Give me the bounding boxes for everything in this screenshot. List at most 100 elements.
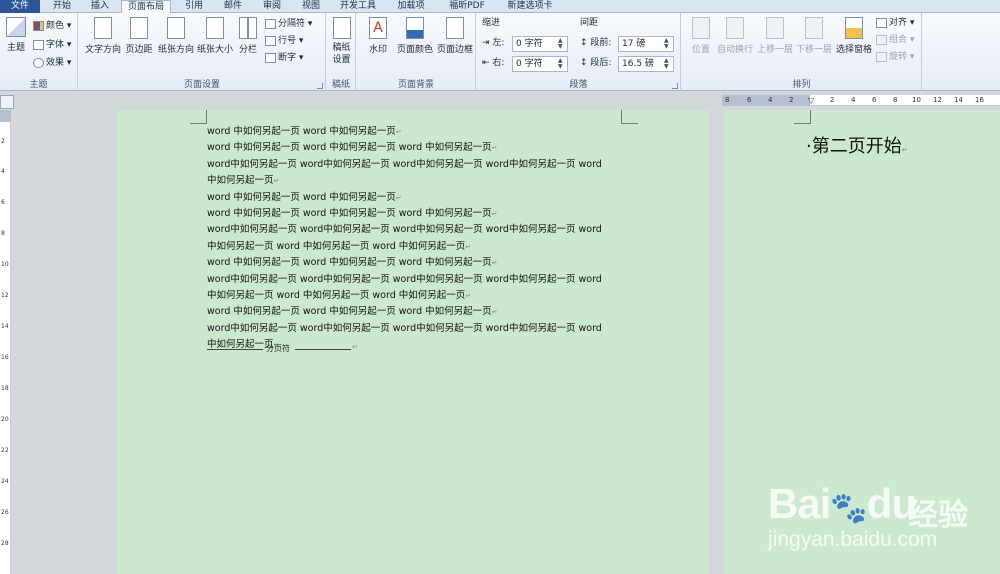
watermark-button[interactable]: A 水印	[363, 17, 393, 55]
send-backward-button[interactable]: 下移一层	[795, 17, 833, 55]
page-borders-label: 页面边框	[436, 45, 473, 55]
space-before-spinner-icon[interactable]: ▲ ▼	[664, 38, 672, 50]
selection-pane-button[interactable]: 选择窗格	[834, 17, 874, 55]
breaks-button[interactable]: 分隔符 ▾	[265, 17, 312, 31]
tab-page-layout[interactable]: 页面布局	[121, 0, 171, 14]
margins-button[interactable]: 页边距	[123, 17, 155, 55]
tab-new[interactable]: 新建选项卡	[500, 0, 560, 13]
page-color-icon	[406, 17, 424, 39]
ruler-number: 6	[747, 96, 752, 104]
indent-left-spinner-icon[interactable]: ▲ ▼	[558, 38, 566, 50]
paragraph-launcher-icon[interactable]	[672, 83, 678, 89]
vertical-ruler[interactable]: 2 4 6 8 10 12 14 16 18 20 22 24 26 28	[0, 110, 11, 574]
document-page-1[interactable]: word 中如何另起一页 word 中如何另起一页↵ word 中如何另起一页 …	[117, 110, 709, 574]
space-after-value: 16.5 磅	[622, 59, 654, 69]
margin-corner-mark	[190, 110, 207, 124]
line-numbers-label: 行号	[278, 36, 297, 46]
wrap-text-button[interactable]: 自动换行	[716, 17, 754, 55]
indent-left-input[interactable]: 0 字符 ▲ ▼	[512, 36, 568, 52]
ruler-number: 26	[1, 509, 9, 516]
align-button[interactable]: 对齐 ▾	[876, 16, 914, 30]
text-line: word 中如何另起一页 word 中如何另起一页 word 中如何另起一页↵	[207, 140, 637, 156]
tab-foxit-pdf[interactable]: 福昕PDF	[440, 0, 494, 13]
text-line: word 中如何另起一页 word 中如何另起一页 word 中如何另起一页↵	[207, 206, 637, 222]
text-line: word中如何另起一页 word中如何另起一页 word中如何另起一页 word…	[207, 321, 637, 337]
size-button[interactable]: 纸张大小	[196, 17, 234, 55]
send-backward-label: 下移一层	[795, 45, 832, 55]
ruler-number: 18	[1, 385, 9, 392]
text-line-content: word 中如何另起一页 word 中如何另起一页 word 中如何另起一页	[207, 142, 492, 154]
hyphenation-button[interactable]: 断字 ▾	[265, 51, 303, 65]
text-line: word中如何另起一页 word中如何另起一页 word中如何另起一页 word…	[207, 272, 637, 288]
space-after-spinner-icon[interactable]: ▲ ▼	[664, 58, 672, 70]
text-line: word中如何另起一页 word中如何另起一页 word中如何另起一页 word…	[207, 157, 637, 173]
theme-effects-button[interactable]: 效果 ▾	[33, 56, 71, 70]
page-setup-launcher-icon[interactable]	[317, 83, 323, 89]
orientation-button[interactable]: 纸张方向	[157, 17, 195, 55]
paragraph-mark: ↵	[395, 193, 402, 202]
text-line: 中如何另起一页 word 中如何另起一页 word 中如何另起一页↵	[207, 288, 637, 304]
selection-pane-label: 选择窗格	[835, 45, 872, 55]
orientation-icon	[167, 17, 185, 39]
text-direction-button[interactable]: 文字方向	[83, 17, 123, 55]
tab-references[interactable]: 引用	[176, 0, 212, 13]
indent-right-input[interactable]: 0 字符 ▲ ▼	[512, 56, 568, 72]
draft-paper-button[interactable]: 稿纸设置	[330, 17, 353, 66]
align-label: 对齐	[889, 18, 908, 28]
selection-pane-icon	[845, 17, 863, 39]
page1-body-text[interactable]: word 中如何另起一页 word 中如何另起一页↵ word 中如何另起一页 …	[207, 124, 637, 354]
line-numbers-button[interactable]: 行号 ▾	[265, 34, 303, 48]
theme-colors-button[interactable]: 颜色 ▾	[33, 19, 71, 33]
ruler-number: 8	[1, 230, 5, 237]
page-break-line	[295, 349, 351, 350]
watermark-icon: A	[369, 17, 387, 39]
tab-review[interactable]: 审阅	[254, 0, 290, 13]
text-direction-label: 文字方向	[84, 45, 121, 55]
tab-view[interactable]: 视图	[293, 0, 329, 13]
tab-developer[interactable]: 开发工具	[334, 0, 382, 13]
tab-mailings[interactable]: 邮件	[215, 0, 251, 13]
margins-icon	[130, 17, 148, 39]
themes-button[interactable]: 主题	[3, 17, 29, 53]
tab-insert[interactable]: 插入	[82, 0, 118, 13]
text-line: 中如何另起一页 word 中如何另起一页 word 中如何另起一页↵	[207, 239, 637, 255]
bring-forward-button[interactable]: 上移一层	[756, 17, 794, 55]
tab-file[interactable]: 文件	[0, 0, 40, 13]
ruler-number: 2	[1, 138, 5, 145]
indent-left-value: 0 字符	[516, 39, 543, 49]
indent-title: 缩进	[482, 18, 501, 28]
tab-addins[interactable]: 加载项	[388, 0, 434, 13]
page-break-line	[207, 349, 263, 350]
position-label: 位置	[691, 45, 710, 55]
position-icon	[692, 17, 710, 39]
baidu-logo-text: Bai🐾du	[768, 480, 917, 528]
theme-effects-label: 效果	[46, 58, 65, 68]
columns-button[interactable]: 分栏	[236, 17, 260, 55]
text-line-content: 中如何另起一页 word 中如何另起一页 word 中如何另起一页	[207, 240, 466, 252]
rotate-button[interactable]: 旋转 ▾	[876, 50, 914, 64]
space-before-input[interactable]: 17 磅 ▲ ▼	[618, 36, 674, 52]
theme-fonts-button[interactable]: 字体 ▾	[33, 38, 71, 52]
page2-heading[interactable]: ·第二页开始↵	[806, 132, 908, 158]
tab-home[interactable]: 开始	[44, 0, 80, 13]
horizontal-ruler[interactable]: 8 6 4 2 ▽ 2 4 6 8 10 12 14 16	[722, 95, 1000, 106]
themes-label: 主题	[6, 43, 25, 53]
page-setup-group: 文字方向 页边距 纸张方向 纸张大小 分栏 分隔符 ▾ 行号 ▾ 断字 ▾ 页面…	[79, 13, 326, 91]
paragraph-mark: ↵	[395, 128, 402, 136]
bring-forward-icon	[766, 17, 784, 39]
page-setup-group-label: 页面设置	[183, 80, 220, 90]
indent-right-spinner-icon[interactable]: ▲ ▼	[558, 58, 566, 70]
group-button[interactable]: 组合 ▾	[876, 33, 914, 47]
wrap-text-label: 自动换行	[716, 45, 753, 55]
paw-icon: 🐾	[830, 492, 867, 525]
text-line: word 中如何另起一页 word 中如何另起一页 word 中如何另起一页↵	[207, 255, 637, 271]
effects-icon	[33, 57, 44, 68]
position-button[interactable]: 位置	[686, 17, 716, 55]
tab-stop-selector[interactable]	[0, 95, 14, 109]
indent-marker-icon[interactable]: ▽	[808, 96, 814, 105]
page-color-button[interactable]: 页面颜色	[395, 17, 435, 55]
page-borders-button[interactable]: 页面边框	[435, 17, 475, 55]
space-after-input[interactable]: 16.5 磅 ▲ ▼	[618, 56, 674, 72]
ruler-margin-shade	[722, 95, 810, 106]
text-line-content: word 中如何另起一页 word 中如何另起一页 word 中如何另起一页	[207, 257, 492, 269]
